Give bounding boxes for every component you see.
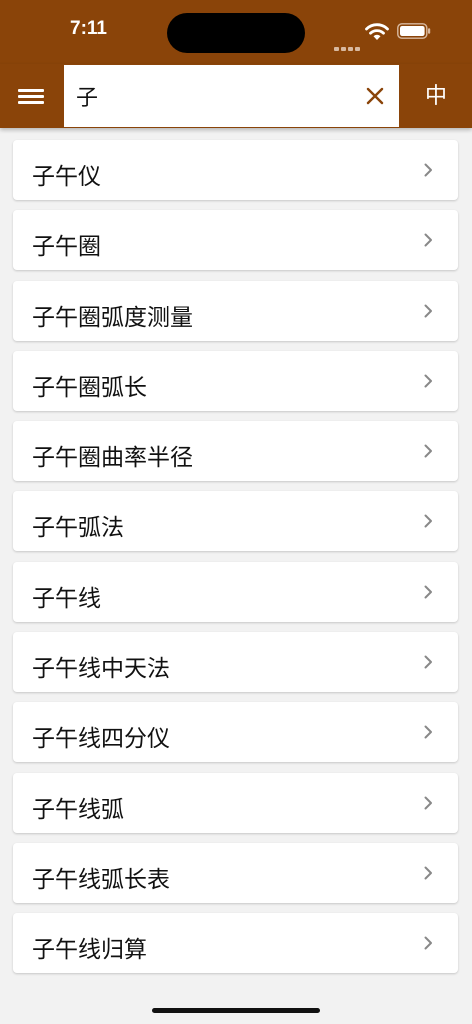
chevron-right-icon (424, 233, 432, 247)
wifi-icon (365, 23, 389, 40)
chevron-right-icon (424, 936, 432, 950)
list-item-label: 子午线弧 (32, 796, 124, 823)
close-icon[interactable] (364, 85, 386, 107)
list-item[interactable]: 子午仪 (13, 140, 458, 200)
list-item[interactable]: 子午线中天法 (13, 632, 458, 693)
list-item-label: 子午圈曲率半径 (32, 445, 193, 472)
list-item-label: 子午线中天法 (32, 656, 170, 683)
list-item-label: 子午仪 (32, 164, 101, 190)
list-item[interactable]: 子午线四分仪 (13, 702, 458, 763)
chevron-right-icon (424, 374, 432, 388)
chevron-right-icon (424, 304, 432, 318)
chevron-right-icon (424, 655, 432, 669)
chevron-right-icon (424, 444, 432, 458)
cellular-signal-icon (334, 36, 362, 55)
list-item[interactable]: 子午线 (13, 561, 458, 622)
list-item[interactable]: 子午线弧长表 (13, 842, 458, 903)
list-item-label: 子午圈弧度测量 (32, 304, 193, 331)
list-item[interactable]: 子午弧法 (13, 491, 458, 552)
results-list: 子午仪 子午圈 子午圈弧度测量 子午圈弧长 子午圈曲率半径 子午弧法 子午线 子… (13, 140, 458, 984)
language-toggle-button[interactable]: 中 (410, 80, 462, 114)
dynamic-island (167, 13, 305, 53)
list-item[interactable]: 子午线归算 (13, 913, 458, 974)
chevron-right-icon (424, 514, 432, 528)
list-item-label: 子午线归算 (32, 937, 147, 964)
hamburger-menu-icon[interactable] (18, 86, 44, 108)
home-indicator[interactable] (152, 1008, 320, 1013)
list-item-label: 子午线四分仪 (32, 726, 170, 753)
chevron-right-icon (424, 725, 432, 739)
status-bar: 7:11 (0, 0, 472, 64)
list-item-label: 子午弧法 (32, 515, 124, 542)
list-item[interactable]: 子午圈弧度测量 (13, 280, 458, 341)
list-item[interactable]: 子午圈曲率半径 (13, 421, 458, 482)
list-item-label: 子午圈 (32, 234, 101, 261)
list-item-label: 子午圈弧长 (32, 374, 147, 401)
list-item[interactable]: 子午圈 (13, 210, 458, 271)
list-item-label: 子午线 (32, 585, 101, 612)
chevron-right-icon (424, 796, 432, 810)
list-item[interactable]: 子午线弧 (13, 772, 458, 833)
battery-icon (397, 23, 431, 39)
list-item[interactable]: 子午圈弧长 (13, 350, 458, 411)
chevron-right-icon (424, 163, 432, 177)
search-box[interactable] (64, 65, 399, 127)
chevron-right-icon (424, 585, 432, 599)
status-time: 7:11 (70, 18, 107, 39)
list-item-label: 子午线弧长表 (32, 866, 170, 893)
search-input[interactable] (76, 79, 336, 113)
chevron-right-icon (424, 866, 432, 880)
